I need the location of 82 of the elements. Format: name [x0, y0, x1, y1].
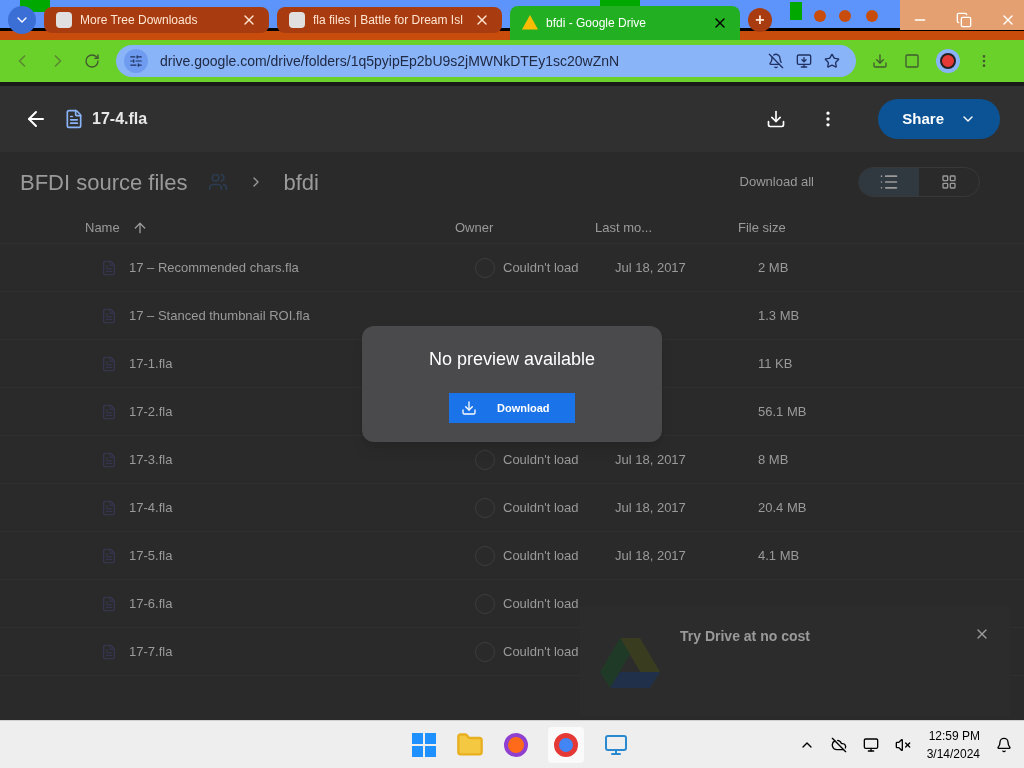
side-panel-icon[interactable]	[904, 53, 920, 69]
tune-icon	[129, 54, 143, 68]
drive-logo-icon	[600, 638, 660, 688]
owner-cell-text: Couldn't load	[503, 546, 579, 565]
shared-folder-icon	[207, 172, 228, 192]
browser-icon[interactable]	[504, 732, 529, 757]
document-icon	[64, 109, 84, 129]
record-icon[interactable]	[936, 49, 960, 73]
owner-cell-text: Couldn't load	[503, 498, 579, 517]
size-cell: 4.1 MB	[758, 547, 800, 563]
file-name-cell[interactable]: 17-2.fla	[129, 401, 173, 422]
size-cell: 1.3 MB	[758, 307, 800, 323]
reload-icon[interactable]	[84, 53, 100, 69]
file-icon	[101, 547, 117, 564]
owner-cell-text: Couldn't load	[503, 594, 579, 613]
owner-cell-text: Couldn't load	[503, 450, 579, 469]
size-cell: 56.1 MB	[758, 403, 807, 419]
size-cell: 11 KB	[758, 355, 793, 371]
folder-breadcrumb[interactable]: bfdi	[283, 165, 319, 199]
cloud-off-icon[interactable]	[830, 736, 847, 753]
browser-tab[interactable]: bfdi - Google Drive	[510, 6, 740, 40]
install-icon[interactable]	[796, 53, 812, 69]
grid-view-icon	[941, 174, 957, 190]
file-icon	[101, 259, 117, 276]
bookmark-icon[interactable]	[824, 53, 840, 69]
file-icon	[101, 643, 117, 660]
network-icon[interactable]	[862, 736, 879, 753]
size-cell: 2 MB	[758, 259, 789, 275]
owner-cell-text: Couldn't load	[503, 258, 579, 277]
promo-title: Try Drive at no cost	[680, 627, 811, 646]
modified-cell: Jul 18, 2017	[615, 499, 686, 515]
modified-cell: Jul 18, 2017	[615, 547, 686, 563]
clock-date: 3/14/2024	[926, 745, 980, 763]
clock-time: 12:59 PM	[928, 727, 980, 745]
download-icon	[461, 400, 477, 416]
start-icon[interactable]	[412, 732, 437, 757]
file-icon	[101, 403, 117, 420]
column-header[interactable]: Name	[85, 217, 120, 238]
file-name-cell[interactable]: 17-6.fla	[129, 593, 173, 614]
tab-favicon-icon	[522, 15, 538, 31]
list-view-icon	[879, 172, 899, 192]
site-info-button[interactable]	[124, 49, 148, 73]
column-header[interactable]: Last mo...	[595, 217, 738, 238]
tab-title: fla files | Battle for Dream Isl	[313, 12, 464, 29]
size-cell: 8 MB	[758, 451, 789, 467]
file-icon	[101, 451, 117, 468]
download-icon[interactable]	[766, 109, 787, 129]
file-name: 17-4.fla	[92, 109, 148, 129]
file-icon	[101, 499, 117, 516]
tab-favicon-icon	[289, 12, 305, 28]
file-name-cell[interactable]: 17-1.fla	[129, 353, 173, 374]
dialog-message: No preview available	[428, 348, 596, 371]
modified-cell: Jul 18, 2017	[615, 451, 686, 467]
tab-title: bfdi - Google Drive	[546, 15, 648, 32]
file-name-cell[interactable]: 17 – Recommended chars.fla	[129, 257, 299, 278]
file-name-cell[interactable]: 17-7.fla	[129, 641, 173, 662]
address-bar[interactable]: drive.google.com/drive/folders/1q5pyipEp2bU9s2jMWNkDTEy1sc20wZnN	[116, 45, 856, 77]
folder-breadcrumb[interactable]: BFDI source files	[20, 165, 188, 199]
tab-title: More Tree Downloads	[80, 12, 199, 29]
url-text: drive.google.com/drive/folders/1q5pyipEp2bU9s2jMWNkDTEy1sc20wZnN	[160, 51, 621, 71]
file-icon	[101, 307, 117, 324]
file-name-cell[interactable]: 17-4.fla	[129, 497, 173, 518]
share-button[interactable]: Share	[878, 99, 1000, 139]
modified-cell: Jul 18, 2017	[615, 259, 686, 275]
file-name-cell[interactable]: 17-5.fla	[129, 545, 173, 566]
notification-icon[interactable]	[996, 736, 1012, 753]
browser-tab[interactable]: More Tree Downloads	[44, 7, 269, 33]
owner-cell-text: Couldn't load	[503, 642, 579, 661]
download-all-link[interactable]: Download all	[739, 172, 814, 192]
file-name-cell[interactable]: 17 – Stanced thumbnail ROI.fla	[129, 305, 310, 326]
mute-icon[interactable]	[894, 736, 911, 753]
tab-favicon-icon	[56, 12, 72, 28]
browser-tab[interactable]: fla files | Battle for Dream Isl	[277, 7, 502, 33]
file-icon	[101, 355, 117, 372]
notification-off-icon[interactable]	[768, 53, 784, 69]
column-header[interactable]: Owner	[455, 217, 595, 238]
monitor-icon[interactable]	[604, 732, 629, 757]
size-cell: 20.4 MB	[758, 499, 807, 515]
file-icon	[101, 595, 117, 612]
file-name-cell[interactable]: 17-3.fla	[129, 449, 173, 470]
column-header[interactable]: File size	[738, 217, 939, 238]
download-button[interactable]: Download	[449, 393, 575, 423]
